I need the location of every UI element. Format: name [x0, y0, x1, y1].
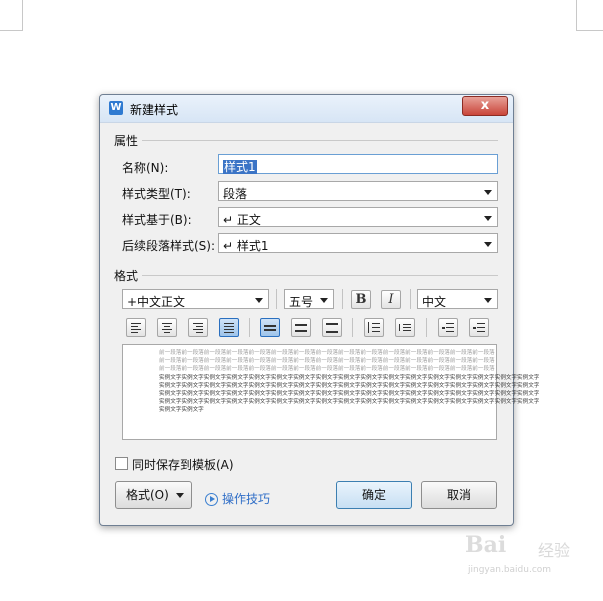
format-divider — [142, 275, 498, 276]
toolbar-separator — [342, 289, 343, 309]
increase-indent-button[interactable] — [469, 318, 489, 337]
page-corner-mark-right — [576, 0, 603, 31]
line-spacing-double-button[interactable] — [322, 318, 342, 337]
align-justify-button[interactable] — [219, 318, 239, 337]
preview-sample-line: 实例文字实例文字 — [159, 407, 204, 413]
align-center-button[interactable] — [157, 318, 177, 337]
based-on-select[interactable]: ↵ 正文 — [218, 207, 498, 227]
chevron-down-icon — [484, 298, 492, 303]
baidu-watermark-text: 经验 — [538, 541, 571, 560]
style-type-label: 样式类型(T): — [122, 187, 191, 201]
preview-sample-line: 实例文字实例文字实例文字实例文字实例文字实例文字实例文字实例文字实例文字实例文字… — [159, 383, 540, 389]
font-size-select[interactable]: 五号 — [284, 289, 334, 309]
language-value: 中文 — [422, 295, 447, 309]
preview-prev-paragraph-line: 前一段落前一段落前一段落前一段落前一段落前一段落前一段落前一段落前一段落前一段落… — [159, 366, 495, 372]
align-right-button[interactable] — [188, 318, 208, 337]
preview-sample-line: 实例文字实例文字实例文字实例文字实例文字实例文字实例文字实例文字实例文字实例文字… — [159, 375, 540, 381]
style-type-select[interactable]: 段落 — [218, 181, 498, 201]
line-spacing-single-button[interactable] — [260, 318, 280, 337]
save-to-template-checkbox[interactable] — [115, 457, 128, 470]
font-value: +中文正文 — [127, 295, 186, 309]
ok-button[interactable]: 确定 — [336, 481, 412, 509]
name-label: 名称(N): — [122, 161, 169, 175]
toolbar-separator — [276, 289, 277, 309]
chevron-down-icon — [320, 298, 328, 303]
based-on-value: ↵ 正文 — [223, 213, 261, 227]
line-spacing-half-button[interactable] — [291, 318, 311, 337]
properties-divider — [142, 140, 498, 141]
decrease-indent-button[interactable] — [438, 318, 458, 337]
properties-section-title: 属性 — [114, 134, 139, 148]
font-select[interactable]: +中文正文 — [122, 289, 269, 309]
style-type-value: 段落 — [223, 187, 248, 201]
wps-app-icon: W — [109, 101, 123, 115]
baidu-watermark-logo: Bai — [465, 532, 507, 558]
close-button[interactable]: x — [462, 96, 508, 116]
operation-tips-link[interactable]: 操作技巧 — [222, 490, 270, 507]
chevron-down-icon — [484, 190, 492, 195]
toolbar-separator — [352, 318, 353, 337]
toolbar-separator — [410, 289, 411, 309]
language-select[interactable]: 中文 — [417, 289, 498, 309]
bold-button[interactable]: B — [351, 290, 371, 309]
following-style-value: ↵ 样式1 — [223, 239, 269, 253]
chevron-down-icon — [484, 242, 492, 247]
preview-sample-line: 实例文字实例文字实例文字实例文字实例文字实例文字实例文字实例文字实例文字实例文字… — [159, 391, 540, 397]
increase-paragraph-spacing-button[interactable] — [364, 318, 384, 337]
chevron-down-icon — [484, 216, 492, 221]
format-menu-label: 格式(O) — [126, 488, 169, 502]
baidu-watermark-url: jingyan.baidu.com — [468, 565, 552, 575]
preview-prev-paragraph-line: 前一段落前一段落前一段落前一段落前一段落前一段落前一段落前一段落前一段落前一段落… — [159, 350, 495, 356]
align-left-button[interactable] — [126, 318, 146, 337]
following-style-select[interactable]: ↵ 样式1 — [218, 233, 498, 253]
font-size-value: 五号 — [289, 295, 314, 309]
based-on-label: 样式基于(B): — [122, 213, 192, 227]
toolbar-separator — [249, 318, 250, 337]
page-corner-mark-left — [0, 0, 23, 31]
chevron-down-icon — [176, 493, 184, 498]
save-to-template-label[interactable]: 同时保存到模板(A) — [132, 456, 234, 473]
chevron-down-icon — [255, 298, 263, 303]
style-name-input[interactable]: 样式1 — [218, 154, 498, 174]
dialog-title: 新建样式 — [130, 103, 179, 117]
format-menu-button[interactable]: 格式(O) — [115, 481, 192, 509]
toolbar-separator — [426, 318, 427, 337]
italic-button[interactable]: I — [381, 290, 401, 309]
dialog-titlebar: W 新建样式 x — [100, 95, 513, 123]
preview-sample-line: 实例文字实例文字实例文字实例文字实例文字实例文字实例文字实例文字实例文字实例文字… — [159, 399, 540, 405]
play-circle-icon[interactable] — [205, 493, 218, 506]
cancel-button[interactable]: 取消 — [421, 481, 497, 509]
following-style-label: 后续段落样式(S): — [122, 239, 216, 253]
style-name-value: 样式1 — [223, 160, 257, 174]
style-preview-pane: 前一段落前一段落前一段落前一段落前一段落前一段落前一段落前一段落前一段落前一段落… — [122, 344, 539, 440]
decrease-paragraph-spacing-button[interactable] — [395, 318, 415, 337]
format-section-title: 格式 — [114, 269, 139, 283]
preview-prev-paragraph-line: 前一段落前一段落前一段落前一段落前一段落前一段落前一段落前一段落前一段落前一段落… — [159, 358, 495, 364]
